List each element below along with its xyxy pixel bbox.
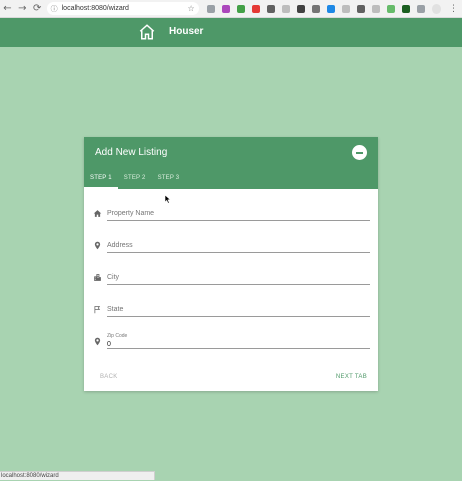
city-field[interactable]: City <box>84 265 378 285</box>
extension-icon[interactable] <box>356 4 365 13</box>
address-placeholder: Address <box>107 242 133 249</box>
home-icon <box>93 210 102 217</box>
extension-icon[interactable] <box>236 4 245 13</box>
extension-icon[interactable] <box>206 4 215 13</box>
status-bar: localhost:8080/wizard <box>0 471 155 480</box>
app-title[interactable]: Houser <box>169 26 203 37</box>
tab-step-1[interactable]: STEP 1 <box>84 171 118 189</box>
reload-icon[interactable]: ⟳ <box>30 0 45 17</box>
browser-toolbar: ← → ⟳ ⓘ localhost:8080/wizard ☆ ⋮ <box>0 0 462 18</box>
address-bar[interactable]: ⓘ localhost:8080/wizard ☆ <box>46 2 199 15</box>
profile-avatar[interactable] <box>431 3 441 14</box>
extension-icon[interactable] <box>266 4 275 13</box>
zip-code-field[interactable]: Zip Code 0 <box>84 329 378 349</box>
extension-icon[interactable] <box>251 4 260 13</box>
extension-icon[interactable] <box>221 4 230 13</box>
extension-icon[interactable] <box>311 4 320 13</box>
extension-icon[interactable] <box>326 4 335 13</box>
tab-step-2[interactable]: STEP 2 <box>118 171 152 189</box>
extension-icon[interactable] <box>341 4 350 13</box>
city-placeholder: City <box>107 274 120 281</box>
input-underline <box>107 220 370 221</box>
input-underline <box>107 348 370 349</box>
zip-code-value: 0 <box>107 341 111 348</box>
input-underline <box>107 284 370 285</box>
add-listing-card: Add New Listing STEP 1 STEP 2 STEP 3 Pro… <box>84 137 378 391</box>
bookmark-star-icon[interactable]: ☆ <box>188 4 195 13</box>
address-field[interactable]: Address <box>84 233 378 253</box>
arrow-right-icon[interactable]: → <box>15 0 30 17</box>
back-button[interactable]: BACK <box>100 374 118 380</box>
card-header: Add New Listing STEP 1 STEP 2 STEP 3 <box>84 137 378 189</box>
city-icon <box>94 274 101 281</box>
app-header: Houser <box>0 18 462 47</box>
minus-circle-icon[interactable] <box>352 145 367 160</box>
extension-icon[interactable] <box>401 4 410 13</box>
extension-icon[interactable] <box>386 4 395 13</box>
extensions-bar <box>206 4 432 13</box>
url-text: localhost:8080/wizard <box>61 5 129 12</box>
home-icon[interactable] <box>138 23 156 41</box>
extension-icon[interactable] <box>371 4 380 13</box>
tab-step-3[interactable]: STEP 3 <box>152 171 186 189</box>
browser-menu-icon[interactable]: ⋮ <box>449 4 458 14</box>
info-icon[interactable]: ⓘ <box>51 4 58 14</box>
state-placeholder: State <box>107 306 124 313</box>
zip-code-label: Zip Code <box>107 333 128 339</box>
map-pin-icon <box>94 241 101 250</box>
input-underline <box>107 252 370 253</box>
state-field[interactable]: State <box>84 297 378 317</box>
input-underline <box>107 316 370 317</box>
property-name-placeholder: Property Name <box>107 210 155 217</box>
next-tab-button[interactable]: NEXT TAB <box>336 374 367 380</box>
extension-icon[interactable] <box>281 4 290 13</box>
mouse-cursor-icon <box>165 195 171 204</box>
arrow-left-icon[interactable]: ← <box>0 0 15 17</box>
card-title: Add New Listing <box>95 147 168 158</box>
extension-icon[interactable] <box>416 4 425 13</box>
card-actions: BACK NEXT TAB <box>84 374 378 386</box>
extension-icon[interactable] <box>296 4 305 13</box>
property-name-field[interactable]: Property Name <box>84 201 378 221</box>
wizard-tabs: STEP 1 STEP 2 STEP 3 <box>84 171 185 189</box>
map-pin-icon <box>94 337 101 346</box>
flag-icon <box>94 306 101 314</box>
